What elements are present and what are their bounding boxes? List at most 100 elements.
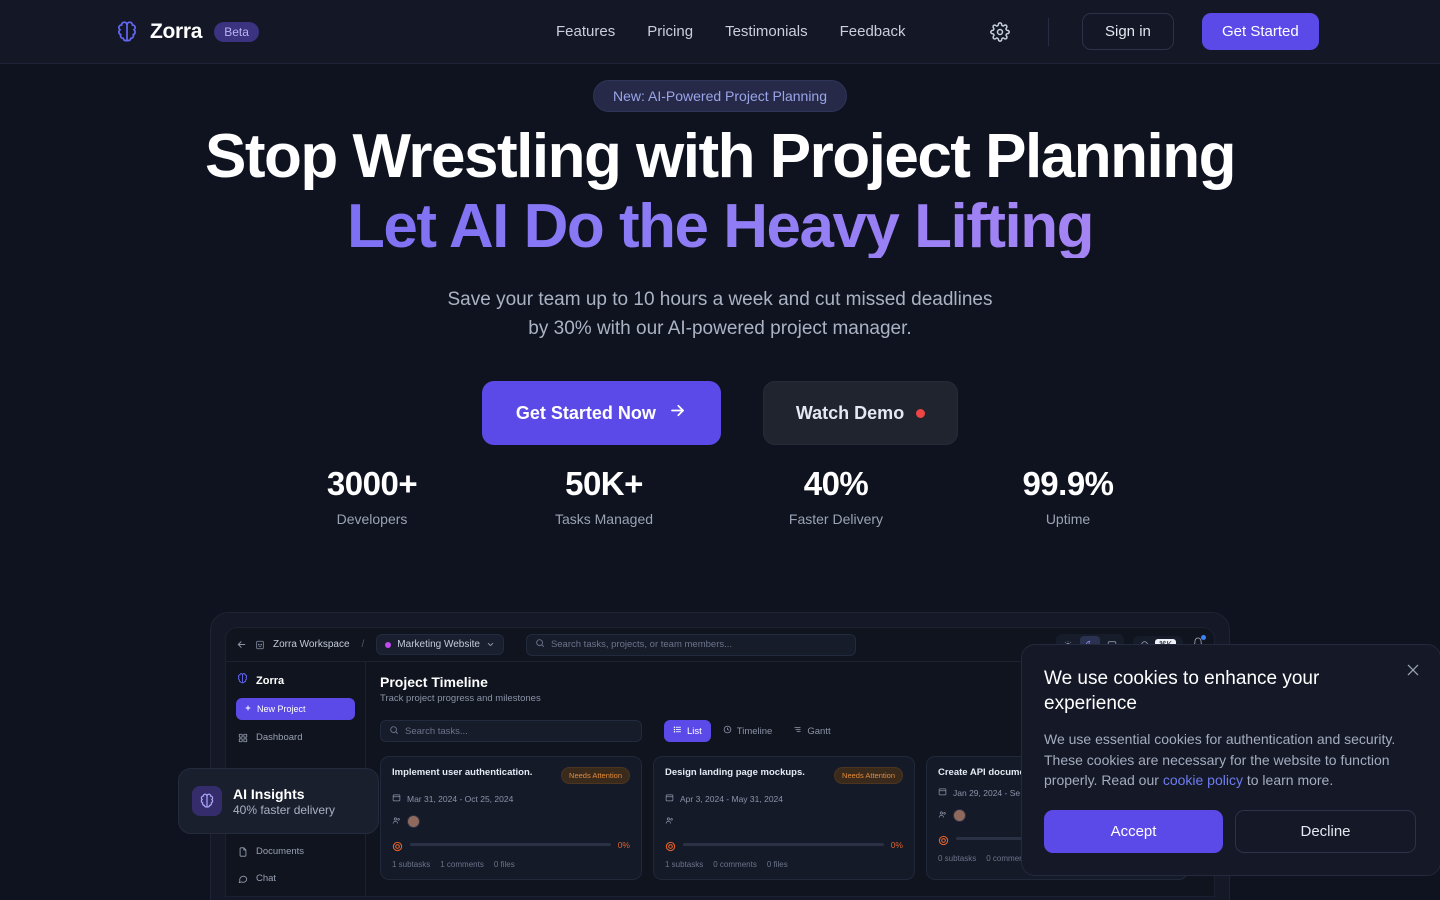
users-icon <box>392 812 401 830</box>
stat-tasks-managed: 50K+ Tasks Managed <box>488 465 720 527</box>
announcement-badge[interactable]: New: AI-Powered Project Planning <box>593 80 847 112</box>
sidebar-item-label: Documents <box>256 846 305 857</box>
app-sidebar-brand[interactable]: Zorra <box>236 672 355 690</box>
header-divider <box>1048 18 1049 46</box>
get-started-now-button[interactable]: Get Started Now <box>481 381 721 445</box>
new-project-button[interactable]: New Project <box>236 698 355 720</box>
gear-icon[interactable] <box>988 20 1012 44</box>
calendar-icon <box>938 787 947 798</box>
stat-value: 99.9% <box>1022 465 1114 502</box>
global-search-placeholder: Search tasks, projects, or team members.… <box>550 639 733 650</box>
stats-row: 3000+ Developers 50K+ Tasks Managed 40% … <box>0 465 1440 527</box>
sidebar-item-documents[interactable]: Documents <box>236 842 355 861</box>
task-assignees <box>665 812 903 830</box>
workspace-icon <box>255 640 265 650</box>
files-count: 0 files <box>766 860 788 869</box>
chat-icon <box>238 874 248 884</box>
target-icon <box>938 833 949 846</box>
get-started-button[interactable]: Get Started <box>1202 13 1319 50</box>
sign-in-button[interactable]: Sign in <box>1082 13 1174 50</box>
task-title: Design landing page mockups. <box>665 767 805 778</box>
hero-subtitle-line2: by 30% with our AI-powered project manag… <box>528 317 912 339</box>
nav-item-features[interactable]: Features <box>556 23 615 40</box>
task-search-placeholder: Search tasks... <box>405 725 468 737</box>
beta-badge: Beta <box>214 21 259 42</box>
record-dot-icon <box>916 408 926 418</box>
task-title: Create API document <box>938 767 1034 778</box>
hero-headline-line2: Let AI Do the Heavy Lifting <box>0 196 1440 258</box>
subtasks-count: 0 subtasks <box>938 854 977 863</box>
progress-bar <box>410 843 611 846</box>
project-selector[interactable]: Marketing Website <box>376 634 504 655</box>
search-icon <box>389 725 399 738</box>
ai-insights-title: AI Insights <box>233 785 305 802</box>
cookie-consent-banner: We use cookies to enhance your experienc… <box>1021 644 1440 877</box>
nav-item-testimonials[interactable]: Testimonials <box>725 23 808 40</box>
workspace-label[interactable]: Zorra Workspace <box>273 639 350 650</box>
view-tab-label: Gantt <box>807 725 831 737</box>
progress-value: 0% <box>617 839 630 850</box>
brain-icon <box>236 672 249 690</box>
status-badge: Needs Attention <box>561 767 630 784</box>
comments-count: 1 comments <box>440 860 484 869</box>
avatar <box>953 808 966 822</box>
users-icon <box>938 806 947 824</box>
users-icon <box>665 812 674 830</box>
target-icon <box>665 839 676 852</box>
project-color-dot-icon <box>385 641 392 648</box>
document-icon <box>238 846 248 857</box>
sidebar-item-chat[interactable]: Chat <box>236 869 355 888</box>
task-title: Implement user authentication. <box>392 767 533 778</box>
watch-demo-button[interactable]: Watch Demo <box>762 381 959 445</box>
arrow-right-icon <box>668 401 687 425</box>
plus-icon <box>244 704 252 714</box>
hero-subtitle-line1: Save your team up to 10 hours a week and… <box>447 289 993 310</box>
sidebar-item-label: Chat <box>256 873 277 884</box>
arrow-left-icon[interactable] <box>236 639 247 650</box>
task-search-input[interactable]: Search tasks... <box>380 720 642 742</box>
stat-value: 40% <box>803 465 869 502</box>
cookie-body-part2: to learn more. <box>1242 771 1334 788</box>
hero-cta-row: Get Started Now Watch Demo <box>0 381 1440 445</box>
get-started-now-label: Get Started Now <box>515 402 656 423</box>
comments-count: 0 comments <box>713 860 757 869</box>
task-card[interactable]: Implement user authentication. Needs Att… <box>380 756 642 880</box>
gantt-icon <box>793 725 802 737</box>
task-progress: 0% <box>665 839 903 852</box>
task-card[interactable]: Design landing page mockups. Needs Atten… <box>653 756 915 880</box>
view-toggle-group: List Timeline Gantt <box>664 720 840 742</box>
decline-cookies-button[interactable]: Decline <box>1235 810 1416 854</box>
stat-uptime: 99.9% Uptime <box>952 465 1184 527</box>
cookie-banner-title: We use cookies to enhance your experienc… <box>1044 668 1320 714</box>
watch-demo-label: Watch Demo <box>795 402 905 423</box>
stat-label: Uptime <box>1045 511 1091 527</box>
view-tab-label: Timeline <box>736 725 773 737</box>
view-tab-gantt[interactable]: Gantt <box>784 720 839 742</box>
stat-value: 3000+ <box>326 465 418 502</box>
global-search-input[interactable]: Search tasks, projects, or team members.… <box>525 633 856 656</box>
view-tab-list[interactable]: List <box>664 720 711 742</box>
task-dates: Apr 3, 2024 - May 31, 2024 <box>680 793 784 804</box>
cookie-policy-link[interactable]: cookie policy <box>1163 772 1243 788</box>
brand-name: Zorra <box>150 19 203 43</box>
app-sidebar-brand-label: Zorra <box>256 675 285 687</box>
task-dates: Mar 31, 2024 - Oct 25, 2024 <box>407 793 514 804</box>
subtasks-count: 1 subtasks <box>665 860 704 869</box>
search-icon <box>535 638 545 651</box>
hero-headline-line1: Stop Wrestling with Project Planning <box>205 122 1236 191</box>
stat-developers: 3000+ Developers <box>256 465 488 527</box>
task-progress: 0% <box>392 839 630 852</box>
stat-label: Developers <box>336 511 408 527</box>
brain-icon <box>192 786 222 816</box>
stat-label: Faster Delivery <box>788 511 884 527</box>
site-header: Zorra Beta Features Pricing Testimonials… <box>0 0 1440 64</box>
nav-item-feedback[interactable]: Feedback <box>840 23 906 40</box>
new-project-label: New Project <box>257 704 306 714</box>
close-icon[interactable] <box>1404 661 1422 679</box>
brand-logo[interactable]: Zorra Beta <box>114 19 259 45</box>
cookie-banner-actions: Accept Decline <box>1044 810 1416 854</box>
nav-item-pricing[interactable]: Pricing <box>647 23 693 40</box>
accept-cookies-button[interactable]: Accept <box>1044 810 1223 854</box>
sidebar-item-dashboard[interactable]: Dashboard <box>236 728 355 747</box>
view-tab-timeline[interactable]: Timeline <box>714 720 782 742</box>
